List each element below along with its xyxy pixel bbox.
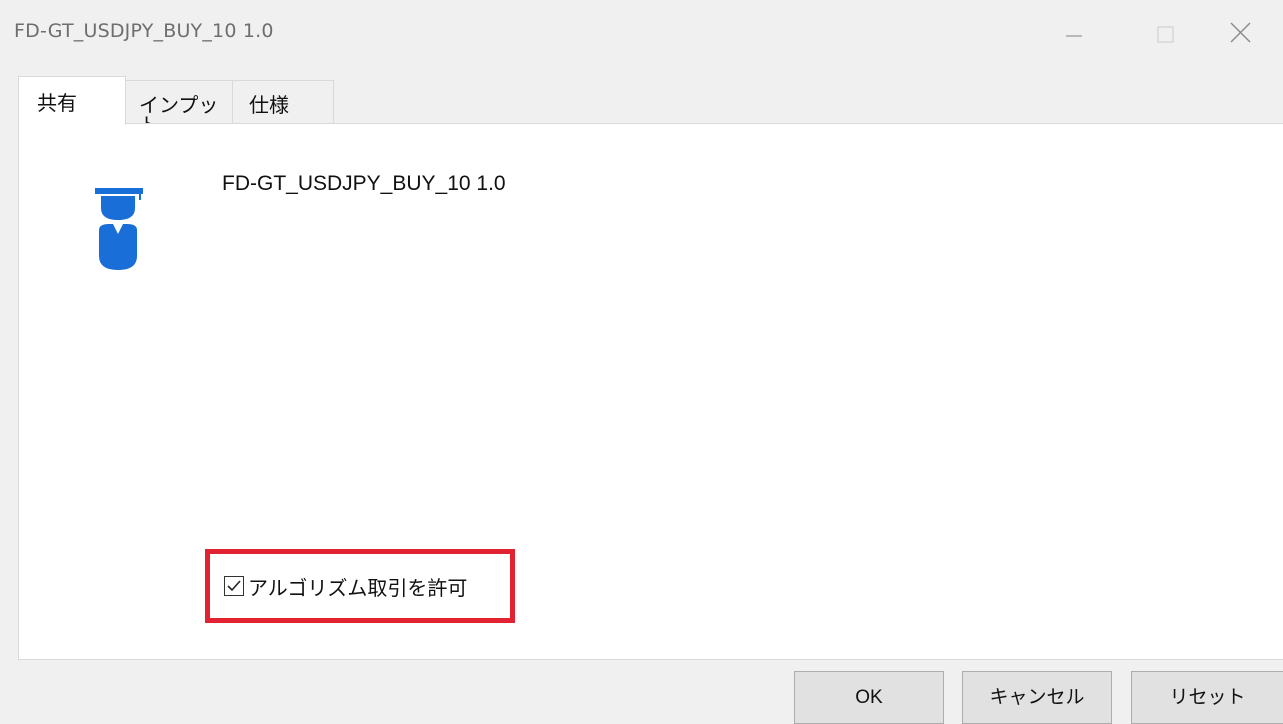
allow-algo-trading-checkbox[interactable] <box>224 576 244 596</box>
graduate-expert-icon <box>95 188 143 270</box>
close-button[interactable] <box>1222 14 1262 50</box>
tab-inputs[interactable]: インプット <box>124 80 233 135</box>
cancel-button[interactable]: キャンセル <box>962 671 1112 724</box>
ok-button[interactable]: OK <box>794 671 944 724</box>
common-tab-panel: FD-GT_USDJPY_BUY_10 1.0 アルゴリズム取引を許可 <box>18 123 1283 660</box>
tab-specification-label: 仕様 <box>249 93 289 117</box>
tab-common-label: 共有 <box>37 91 77 115</box>
reset-button[interactable]: リセット <box>1131 671 1283 724</box>
maximize-icon <box>1157 26 1174 43</box>
allow-algo-trading-option[interactable]: アルゴリズム取引を許可 <box>224 573 468 600</box>
maximize-button[interactable] <box>1148 14 1188 50</box>
minimize-icon <box>1066 35 1082 37</box>
title-bar: FD-GT_USDJPY_BUY_10 1.0 <box>0 0 1283 64</box>
window-title: FD-GT_USDJPY_BUY_10 1.0 <box>14 20 274 42</box>
minimize-button[interactable] <box>1056 14 1096 50</box>
check-icon <box>227 580 241 592</box>
tab-specification[interactable]: 仕様 <box>232 80 334 125</box>
ea-name: FD-GT_USDJPY_BUY_10 1.0 <box>222 172 506 195</box>
close-icon <box>1230 22 1251 43</box>
tab-common[interactable]: 共有 <box>18 76 126 125</box>
allow-algo-trading-label: アルゴリズム取引を許可 <box>248 575 468 600</box>
